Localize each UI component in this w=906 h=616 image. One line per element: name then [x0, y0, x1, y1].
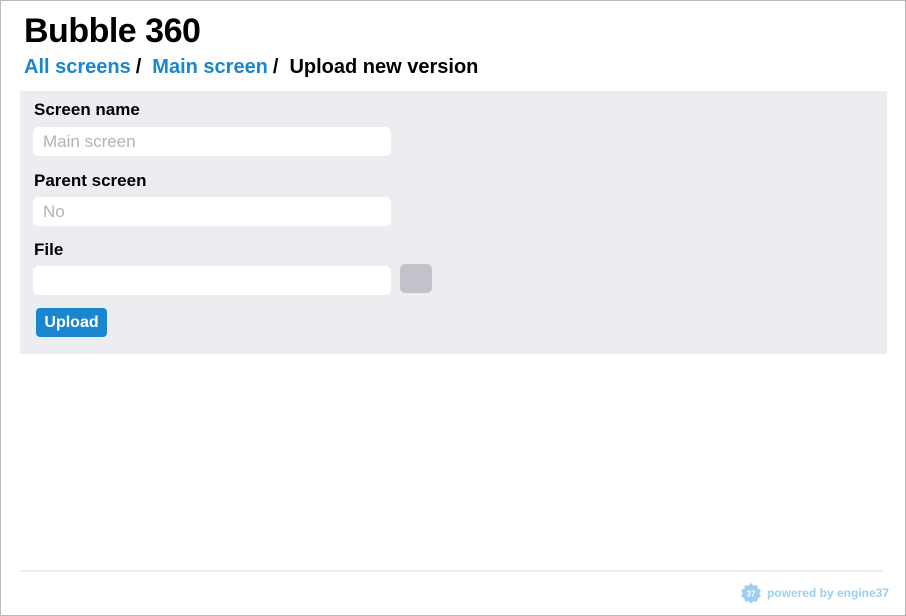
engine37-badge-icon: 37: [740, 583, 761, 603]
powered-by-text: powered by engine37: [766, 586, 889, 600]
breadcrumb: All screens / Main screen / Upload new versi…: [24, 55, 478, 79]
app-title: Bubble 360: [24, 12, 201, 50]
screen-name-label: Screen name: [34, 100, 140, 119]
engine37-badge-text: 37: [747, 589, 756, 598]
parent-screen-label: Parent screen: [34, 171, 147, 190]
breadcrumb-link-main-screen[interactable]: Main screen: [152, 56, 268, 78]
file-label: File: [34, 240, 64, 259]
breadcrumb-separator: /: [272, 56, 279, 78]
screen-name-input[interactable]: [33, 127, 391, 156]
powered-by-link[interactable]: 37 powered by engine37: [740, 583, 889, 603]
upload-form-panel: Screen name Parent screen File Upload: [20, 91, 887, 354]
file-path-input[interactable]: [33, 266, 391, 295]
footer-divider: [20, 570, 883, 572]
app-window: Bubble 360 All screens / Main screen / Uploa…: [0, 0, 906, 616]
breadcrumb-separator: /: [135, 56, 142, 78]
breadcrumb-current: Upload new version: [289, 56, 479, 78]
upload-button[interactable]: Upload: [36, 308, 107, 337]
breadcrumb-link-all-screens[interactable]: All screens: [24, 56, 131, 78]
file-browse-button[interactable]: [400, 264, 432, 293]
parent-screen-input[interactable]: [33, 197, 391, 226]
